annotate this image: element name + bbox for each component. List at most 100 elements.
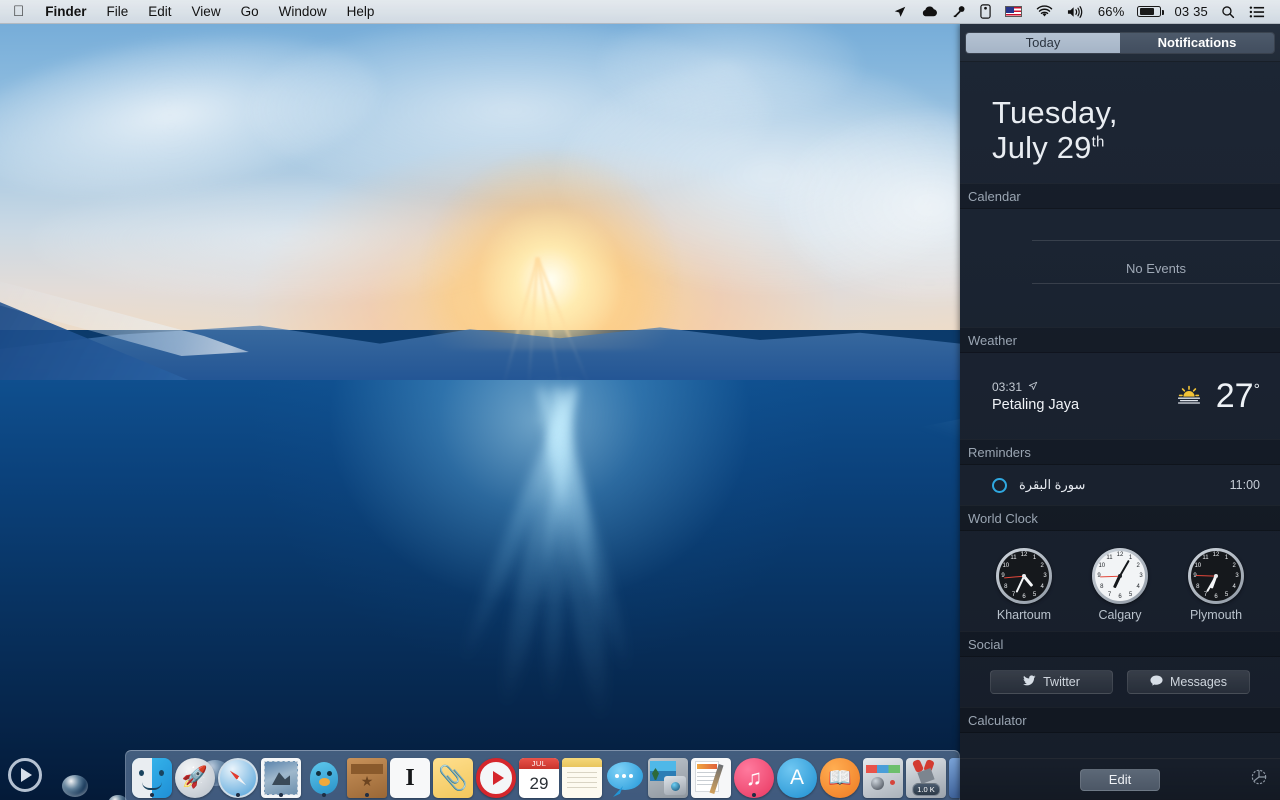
- clock-hand: [1015, 576, 1025, 593]
- dock-running-indicator: [752, 793, 756, 797]
- dock-item-finder[interactable]: [132, 752, 172, 798]
- reminder-time: 11:00: [1230, 478, 1260, 492]
- tab-today[interactable]: Today: [966, 33, 1120, 53]
- dock-item-iphoto[interactable]: [648, 752, 688, 798]
- menu-go[interactable]: Go: [231, 0, 269, 23]
- clock-tick-number: 12: [1117, 552, 1124, 558]
- location-arrow-icon: [1028, 380, 1038, 394]
- battery-percent-label: 66%: [1092, 4, 1131, 19]
- dock-item-messages[interactable]: [605, 752, 645, 798]
- dock-item-mail[interactable]: [261, 752, 301, 798]
- calendar-day-label: 29: [519, 769, 559, 798]
- dock-item-attachment[interactable]: 📎: [433, 752, 473, 798]
- dock-running-indicator: [279, 793, 283, 797]
- weather-time: 03:31: [992, 380, 1022, 394]
- calendar-widget[interactable]: No Events: [960, 209, 1280, 327]
- section-header-world-clock: World Clock: [960, 505, 1280, 531]
- clock-pivot: [1022, 574, 1026, 578]
- clock-tick-number: 3: [1235, 573, 1238, 579]
- dock-item-app-store[interactable]: A: [777, 752, 817, 798]
- menu-edit[interactable]: Edit: [138, 0, 181, 23]
- dock-item-itunes[interactable]: ♫: [734, 752, 774, 798]
- menu-bar-status-items: 66% 03 35: [886, 0, 1280, 23]
- clock-tick-number: 7: [1204, 592, 1207, 598]
- dock-item-box[interactable]: ★: [347, 752, 387, 798]
- social-button-twitter[interactable]: Twitter: [990, 670, 1113, 694]
- battery-icon[interactable]: [1130, 0, 1168, 23]
- spotlight-search-icon[interactable]: [1214, 0, 1242, 23]
- weather-temperature: 27°: [1216, 377, 1260, 416]
- clock-tick-number: 1: [1033, 555, 1036, 561]
- location-arrow-icon[interactable]: [886, 0, 914, 23]
- dock-item-disk-cleaner[interactable]: 1.0 K: [906, 752, 946, 798]
- reminders-widget[interactable]: سورة البقرة 11:00: [960, 465, 1280, 505]
- notification-center-icon[interactable]: [1242, 0, 1272, 23]
- apple-logo-icon[interactable]: : [0, 0, 35, 23]
- dock-item-notes[interactable]: [562, 752, 602, 798]
- section-header-calendar: Calendar: [960, 183, 1280, 209]
- dock-item-launchpad[interactable]: 🚀: [175, 752, 215, 798]
- clock-city-label: Plymouth: [1190, 608, 1242, 622]
- world-clock-item[interactable]: 121234567891011Calgary: [1092, 548, 1148, 622]
- clock-tick-number: 4: [1137, 584, 1140, 590]
- wifi-icon[interactable]: [1029, 0, 1060, 23]
- clock-tick-number: 8: [1100, 584, 1103, 590]
- date-ordinal-suffix: th: [1092, 133, 1105, 150]
- dock-running-indicator: [150, 793, 154, 797]
- weather-time-row: 03:31: [992, 380, 1176, 394]
- mobile-device-icon[interactable]: [973, 0, 998, 23]
- clock-city-label: Khartoum: [997, 608, 1051, 622]
- clock-city-label: Calgary: [1098, 608, 1141, 622]
- edit-button[interactable]: Edit: [1080, 769, 1160, 791]
- dock: 🚀: [125, 750, 960, 800]
- dock-item-instapaper[interactable]: I: [390, 752, 430, 798]
- dock-item-calendar[interactable]: JUL 29: [519, 752, 559, 798]
- menu-bar-clock[interactable]: 03 35: [1168, 4, 1214, 19]
- key-icon[interactable]: [945, 0, 973, 23]
- menu-file[interactable]: File: [97, 0, 139, 23]
- clock-tick-number: 6: [1022, 594, 1025, 600]
- menu-view[interactable]: View: [182, 0, 231, 23]
- notification-center-body: Tuesday, July 29th Calendar No Events We…: [960, 62, 1280, 800]
- social-button-messages[interactable]: Messages: [1127, 670, 1250, 694]
- clock-tick-number: 12: [1213, 552, 1220, 558]
- dock-running-indicator: [236, 793, 240, 797]
- menu-window[interactable]: Window: [269, 0, 337, 23]
- calendar-no-events-label: No Events: [1032, 209, 1280, 327]
- clock-face: 121234567891011: [1188, 548, 1244, 604]
- menu-finder[interactable]: Finder: [35, 0, 96, 23]
- twitter-bird-icon: [1023, 675, 1036, 689]
- weather-reading: 27°: [1176, 377, 1260, 416]
- clock-tick-number: 10: [1194, 563, 1201, 569]
- world-clock-item[interactable]: 121234567891011Plymouth: [1188, 548, 1244, 622]
- weather-city: Petaling Jaya: [992, 397, 1176, 413]
- dock-running-indicator: [365, 793, 369, 797]
- date-weekday: Tuesday,: [992, 96, 1280, 131]
- menu-bar:  Finder File Edit View Go Window Help: [0, 0, 1280, 24]
- dock-item-pages[interactable]: [691, 752, 731, 798]
- tab-notifications[interactable]: Notifications: [1120, 33, 1274, 53]
- dock-item-twitter[interactable]: [304, 752, 344, 798]
- clock-tick-number: 11: [1010, 555, 1016, 561]
- dock-item-media-player[interactable]: [476, 752, 516, 798]
- weather-widget[interactable]: 03:31 Petaling Jaya: [960, 353, 1280, 439]
- menu-help[interactable]: Help: [337, 0, 385, 23]
- clock-tick-number: 11: [1106, 555, 1112, 561]
- reminder-circle-icon[interactable]: [992, 478, 1007, 493]
- world-clock-widget[interactable]: 121234567891011Khartoum121234567891011Ca…: [960, 531, 1280, 631]
- clock-tick-number: 7: [1108, 592, 1111, 598]
- clock-tick-number: 10: [1002, 563, 1009, 569]
- clock-tick-number: 1: [1225, 555, 1228, 561]
- dock-item-camera-app[interactable]: [863, 752, 903, 798]
- volume-icon[interactable]: [1060, 0, 1092, 23]
- world-clock-item[interactable]: 121234567891011Khartoum: [996, 548, 1052, 622]
- section-header-weather: Weather: [960, 327, 1280, 353]
- dock-item-ibooks[interactable]: 📖: [820, 752, 860, 798]
- widget-settings-icon[interactable]: [1250, 768, 1268, 791]
- play-button-overlay-icon[interactable]: [8, 758, 42, 792]
- cloud-icon[interactable]: [914, 0, 945, 23]
- dock-running-indicator: [322, 793, 326, 797]
- dock-item-safari[interactable]: [218, 752, 258, 798]
- us-flag-icon[interactable]: [998, 0, 1029, 23]
- bubble: [62, 775, 88, 797]
